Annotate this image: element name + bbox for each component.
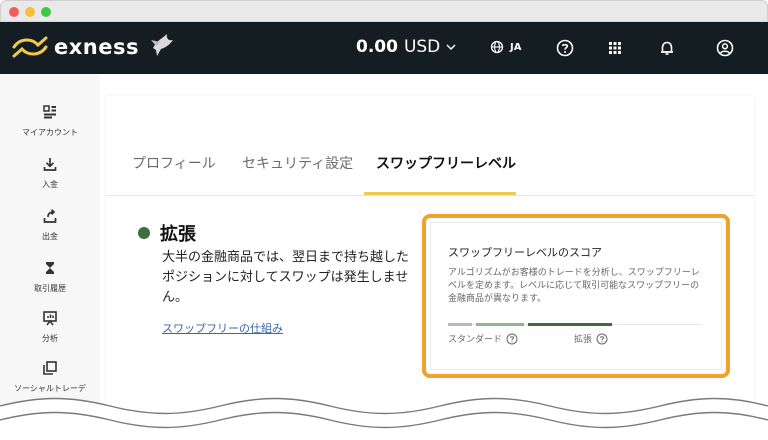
apps-grid-icon[interactable] [606,39,624,57]
chevron-down-icon [446,44,456,51]
deposit-icon [43,158,57,171]
active-tab-indicator [364,192,516,195]
score-label-text: 拡張 [574,335,593,345]
withdraw-icon [43,209,57,223]
top-navbar: exness 0.00 USD JA [0,22,768,74]
help-icon[interactable] [506,333,518,345]
settings-tabs: プロフィール セキュリティ設定 スワップフリーレベル [106,96,754,196]
balance-currency: USD [403,37,441,57]
bell-icon[interactable] [658,39,676,57]
sidebar-item-analytics[interactable]: 分析 [0,310,100,344]
brand-name: exness [54,35,139,59]
sidebar-item-label: 出金 [42,232,58,241]
exness-logo-icon [12,36,48,58]
tab-security[interactable]: セキュリティ設定 [242,153,353,173]
tab-swap-free-level[interactable]: スワップフリーレベル [376,153,516,173]
dashboard-icon [43,105,56,119]
close-window-button[interactable] [9,7,19,17]
tab-profile[interactable]: プロフィール [132,153,216,173]
language-code: JA [510,41,522,53]
help-icon[interactable] [596,333,608,345]
language-selector[interactable]: JA [490,40,521,54]
level-title: 拡張 [160,224,196,245]
score-segment-2 [476,323,524,326]
level-description: 大半の金融商品では、翌日まで持ち越したポジションに対してスワップは発生しません。 [162,250,410,305]
level-status-dot [138,227,150,239]
score-segment-1 [448,323,472,326]
window-titlebar [0,0,768,22]
analytics-icon [43,311,57,326]
brand-logo[interactable]: exness [12,34,177,60]
balance-amount: 0.00 [356,37,398,57]
sidebar-item-deposit[interactable]: 入金 [0,156,100,190]
how-swap-free-works-link[interactable]: スワップフリーの仕組み [162,320,283,336]
help-icon[interactable] [556,39,574,57]
sidebar-item-label: 入金 [42,180,58,189]
sidebar-item-history[interactable]: 取引履歴 [0,260,100,294]
score-title: スワップフリーレベルのスコア [448,246,602,259]
sidebar-item-label: 分析 [42,334,58,343]
sidebar-item-withdraw[interactable]: 出金 [0,208,100,242]
dove-icon [150,34,173,56]
sidebar-item-label: 取引履歴 [34,284,66,293]
score-segment-3 [528,323,612,326]
account-balance-selector[interactable]: 0.00 USD [356,37,457,57]
torn-edge-decoration [0,397,768,440]
score-label-extended: 拡張 [574,332,608,345]
sidebar-item-label: マイアカウント [22,128,78,137]
swap-free-score-panel: スワップフリーレベルのスコア アルゴリズムがお客様のトレードを分析し、スワップフ… [422,214,730,378]
account-icon[interactable] [716,39,734,57]
score-description: アルゴリズムがお客様のトレードを分析し、スワップフリーレベルを定めます。レベルに… [448,268,700,304]
minimize-window-button[interactable] [25,7,35,17]
maximize-window-button[interactable] [41,7,51,17]
hourglass-icon [46,262,54,274]
sidebar-item-my-account[interactable]: マイアカウント [0,104,100,138]
score-label-standard: スタンダード [448,332,518,345]
swap-free-level-heading: 拡張 [138,220,196,246]
score-label-text: スタンダード [448,335,503,345]
globe-icon [490,40,504,54]
